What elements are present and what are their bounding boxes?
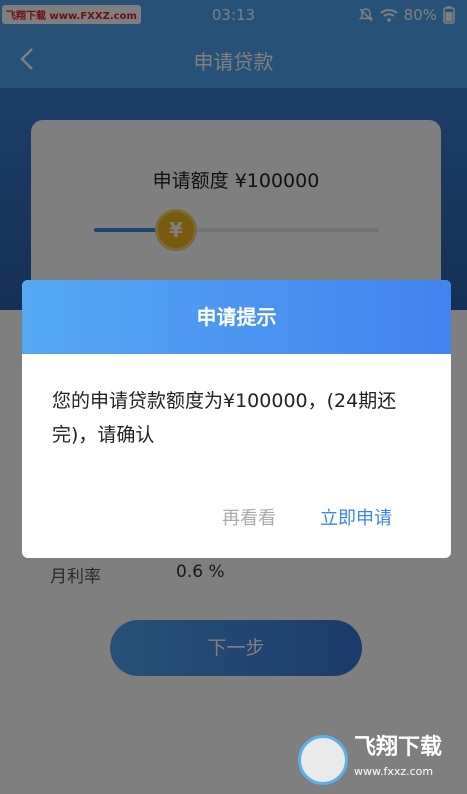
watermark-bottom: 飞翔下载 www.fxxz.com [298, 732, 460, 788]
watermark-bottom-url: www.fxxz.com [354, 765, 434, 778]
dialog-cancel-button[interactable]: 再看看 [222, 504, 276, 530]
dialog-message: 您的申请贷款额度为¥100000，(24期还完)，请确认 [52, 390, 397, 446]
dialog-apply-button[interactable]: 立即申请 [320, 504, 392, 530]
dialog-title: 申请提示 [22, 280, 451, 354]
apply-confirm-dialog: 申请提示 您的申请贷款额度为¥100000，(24期还完)，请确认 再看看 立即… [22, 280, 451, 558]
watermark-bottom-title: 飞翔下载 [354, 735, 443, 760]
fxxz-logo-icon [298, 735, 348, 785]
